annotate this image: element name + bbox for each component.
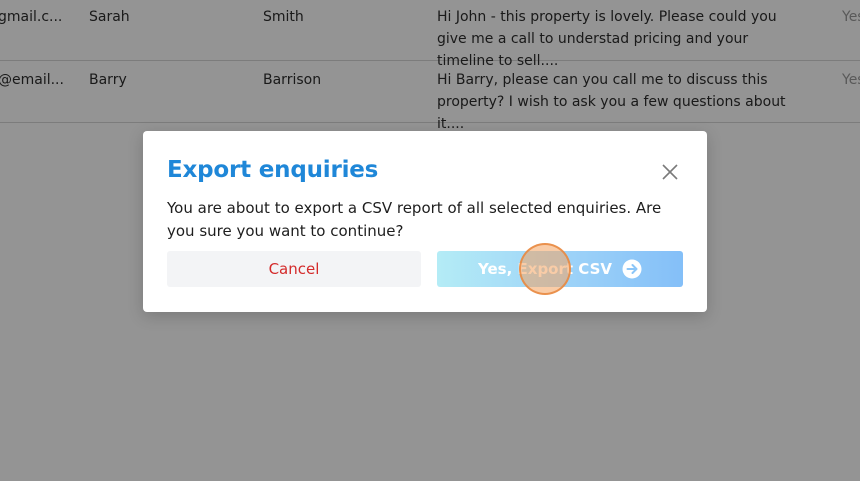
arrow-right-circle-icon xyxy=(622,259,642,279)
export-csv-button[interactable]: Yes, Export CSV xyxy=(437,251,683,287)
cancel-button-label: Cancel xyxy=(268,260,320,278)
export-button-label: Yes, Export CSV xyxy=(478,260,612,278)
dialog-message: You are about to export a CSV report of … xyxy=(167,199,662,240)
export-dialog: Export enquiries You are about to export… xyxy=(143,131,707,312)
dialog-title: Export enquiries xyxy=(167,157,379,183)
close-button[interactable] xyxy=(659,161,681,183)
close-icon xyxy=(662,164,678,180)
cancel-button[interactable]: Cancel xyxy=(167,251,421,287)
